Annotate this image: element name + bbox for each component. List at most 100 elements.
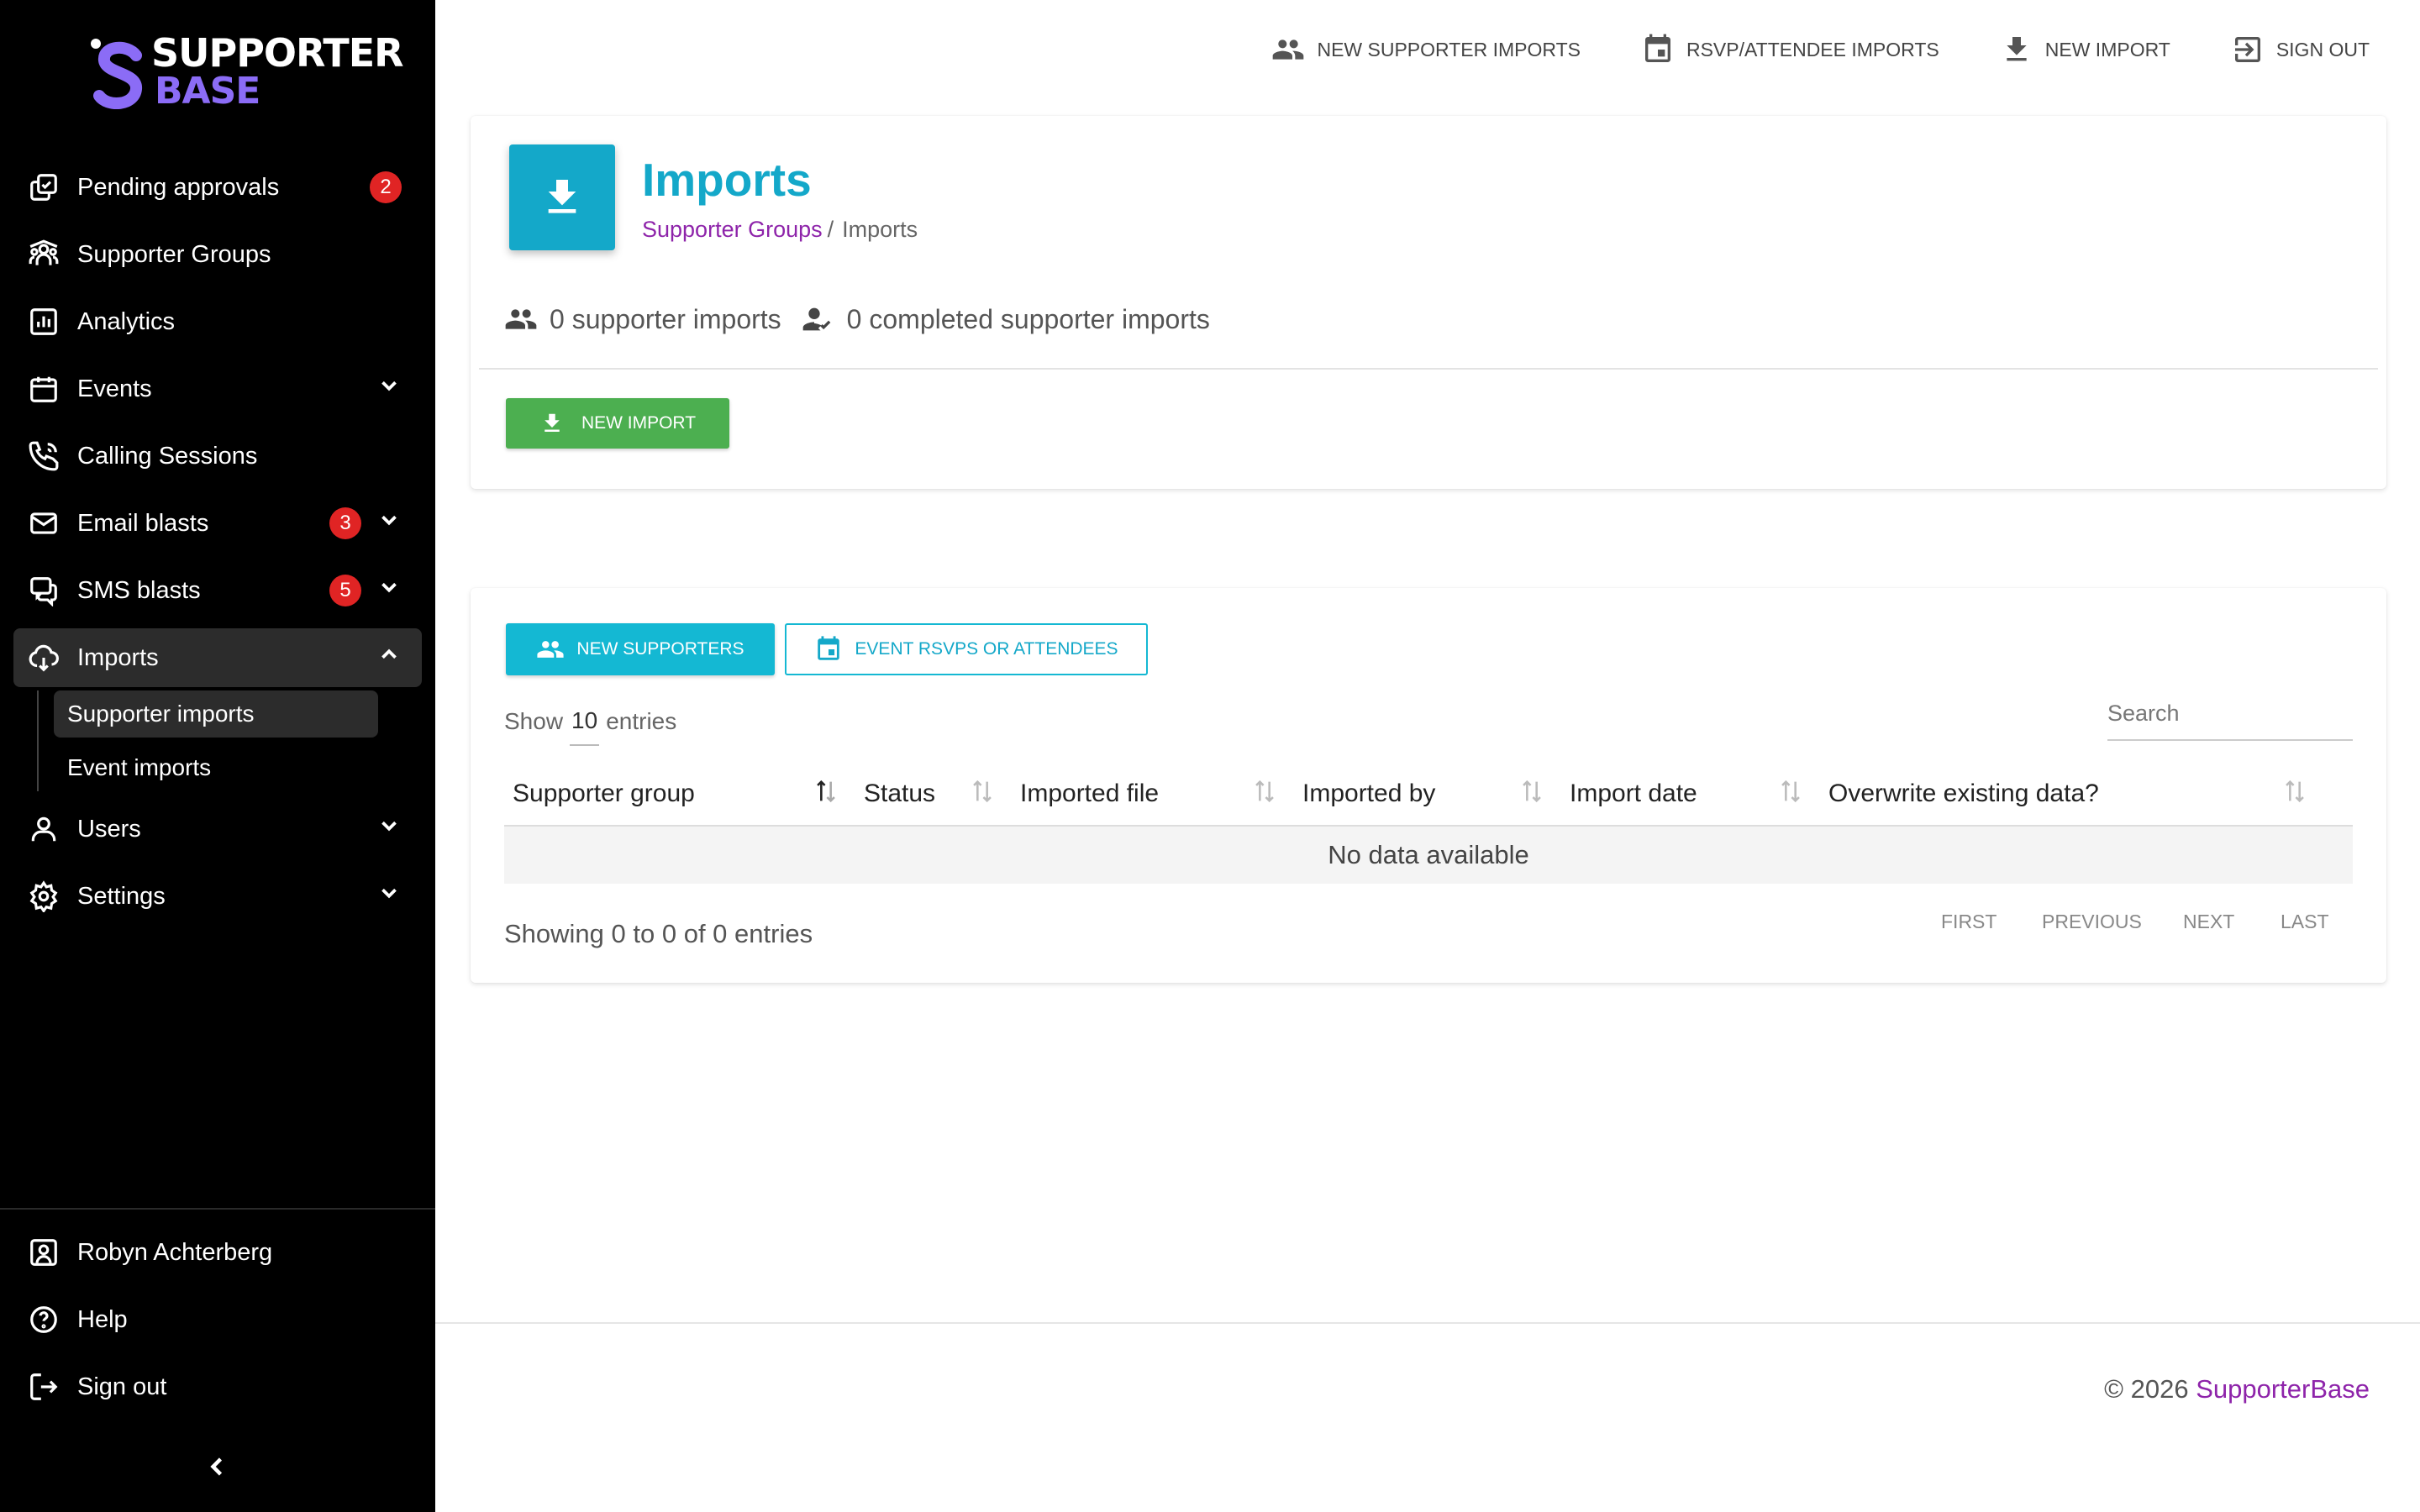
footer-brand-link[interactable]: SupporterBase [2196,1374,2370,1404]
people-icon [1273,39,1304,60]
breadcrumb: Supporter Groups / Imports [642,217,918,243]
sidebar-item-label: Supporter Groups [77,240,271,268]
sort-icon[interactable] [1250,776,1279,806]
sidebar-item-email-blasts[interactable]: Email blasts 3 [13,494,422,553]
chevron-down-icon[interactable] [376,880,402,912]
chevron-up-icon[interactable] [376,642,402,674]
logo[interactable]: SUPPORTER BASE [84,30,404,118]
sort-icon[interactable] [1518,776,1546,806]
sidebar-item-calling-sessions[interactable]: Calling Sessions [13,427,422,486]
sms-count-badge: 5 [329,575,361,606]
sidebar-item-supporter-groups[interactable]: Supporter Groups [13,225,422,284]
logo-text: SUPPORTER BASE [151,30,404,113]
sidebar-item-pending-approvals[interactable]: Pending approvals 2 [13,158,422,217]
sidebar-item-sms-blasts[interactable]: SMS blasts 5 [13,561,422,620]
sidebar-bottom-nav: Robyn Achterberg Help Sign out [13,1223,422,1425]
column-supporter-group[interactable]: Supporter group [513,780,695,808]
chevron-down-icon[interactable] [376,507,402,539]
sort-asc-icon[interactable] [812,776,840,806]
people-icon [505,309,537,329]
download-icon [544,413,560,432]
exit-icon [2234,37,2260,62]
table-empty-row: No data available [504,827,2353,884]
download-icon [548,180,576,213]
import-stats: 0 supporter imports 0 completed supporte… [504,302,1230,336]
pager-next[interactable]: NEXT [2183,911,2234,933]
sidebar-item-settings[interactable]: Settings [13,867,422,926]
table-header: Supporter group Status Imported file Imp… [504,756,2353,827]
breadcrumb-separator: / [827,217,834,242]
page-size-select[interactable]: 10 [570,707,600,746]
entries-label: entries [606,708,677,734]
top-link-rsvp-attendee-imports[interactable]: RSVP/ATTENDEE IMPORTS [1641,33,1939,66]
stat-label: 0 supporter imports [550,303,781,334]
header-divider [479,368,2378,370]
sidebar-item-imports[interactable]: Imports [13,628,422,687]
show-label: Show [504,708,564,734]
pager-last[interactable]: LAST [2281,911,2329,933]
collapse-sidebar-button[interactable] [202,1452,235,1485]
sidebar-item-sign-out[interactable]: Sign out [13,1357,422,1416]
pager-first[interactable]: FIRST [1941,911,1996,933]
sidebar-subitem-supporter-imports[interactable]: Supporter imports [54,690,378,738]
cloud-download-icon [27,641,60,675]
download-icon [2007,37,2027,61]
tab-label: EVENT RSVPS OR ATTENDEES [855,639,1118,659]
search-input[interactable]: Search [2107,696,2353,741]
top-link-sign-out[interactable]: SIGN OUT [2231,33,2370,66]
calendar-icon [27,372,60,406]
chevron-down-icon[interactable] [376,813,402,845]
imports-header-icon [509,144,615,250]
logo-line-2: BASE [155,70,260,113]
chevron-left-icon [210,1457,223,1476]
sidebar-item-profile[interactable]: Robyn Achterberg [13,1223,422,1282]
pending-count-badge: 2 [370,171,402,203]
stat-completed-imports: 0 completed supporter imports [802,302,1210,336]
new-import-button[interactable]: NEW IMPORT [506,398,729,449]
sort-icon[interactable] [1776,776,1805,806]
page-size-control: Show 10 entries [504,697,676,746]
table-info: Showing 0 to 0 of 0 entries [504,919,813,948]
top-bar: NEW SUPPORTER IMPORTS RSVP/ATTENDEE IMPO… [435,0,2420,99]
sort-icon[interactable] [968,776,997,806]
top-link-new-supporter-imports[interactable]: NEW SUPPORTER IMPORTS [1271,33,1581,66]
imports-submenu: Supporter imports Event imports [37,690,422,791]
gear-icon [27,879,60,913]
event-icon [1644,34,1670,62]
sidebar-item-help[interactable]: Help [13,1290,422,1349]
logo-line-1: SUPPORTER [151,30,404,76]
imports-table-card: NEW SUPPORTERS EVENT RSVPS OR ATTENDEES … [471,588,2386,983]
phone-icon [27,439,60,473]
top-link-label: RSVP/ATTENDEE IMPORTS [1686,38,1939,60]
sidebar-item-label: Pending approvals [77,173,280,201]
column-imported-file[interactable]: Imported file [1020,780,1159,808]
sidebar-item-events[interactable]: Events [13,360,422,418]
footer: © 2026 SupporterBase [2104,1374,2370,1404]
help-icon [27,1303,60,1336]
top-link-new-import[interactable]: NEW IMPORT [2000,33,2170,66]
tab-event-rsvps[interactable]: EVENT RSVPS OR ATTENDEES [785,623,1148,675]
tab-new-supporters[interactable]: NEW SUPPORTERS [506,623,775,675]
page-title: Imports [642,154,812,206]
column-import-date[interactable]: Import date [1570,780,1697,808]
breadcrumb-current: Imports [842,217,918,242]
sort-icon[interactable] [2281,776,2309,806]
logout-icon [27,1370,60,1404]
column-status[interactable]: Status [864,780,935,808]
breadcrumb-link-supporter-groups[interactable]: Supporter Groups [642,217,823,242]
groups-icon [27,238,60,271]
sidebar-item-analytics[interactable]: Analytics [13,292,422,351]
sidebar-item-label: Analytics [77,307,176,335]
top-link-label: NEW SUPPORTER IMPORTS [1317,38,1581,60]
column-imported-by[interactable]: Imported by [1302,780,1435,808]
footer-copyright: © 2026 [2104,1374,2189,1404]
sidebar: SUPPORTER BASE Pending approvals 2 Suppo… [0,0,435,1512]
column-overwrite-existing[interactable]: Overwrite existing data? [1828,780,2099,808]
sidebar-item-users[interactable]: Users [13,800,422,858]
pager-previous[interactable]: PREVIOUS [2042,911,2142,933]
sidebar-subitem-event-imports[interactable]: Event imports [54,744,378,791]
chevron-down-icon[interactable] [376,373,402,405]
chevron-down-icon[interactable] [376,575,402,606]
sidebar-item-label: Email blasts [77,509,209,537]
sidebar-divider [0,1208,435,1210]
